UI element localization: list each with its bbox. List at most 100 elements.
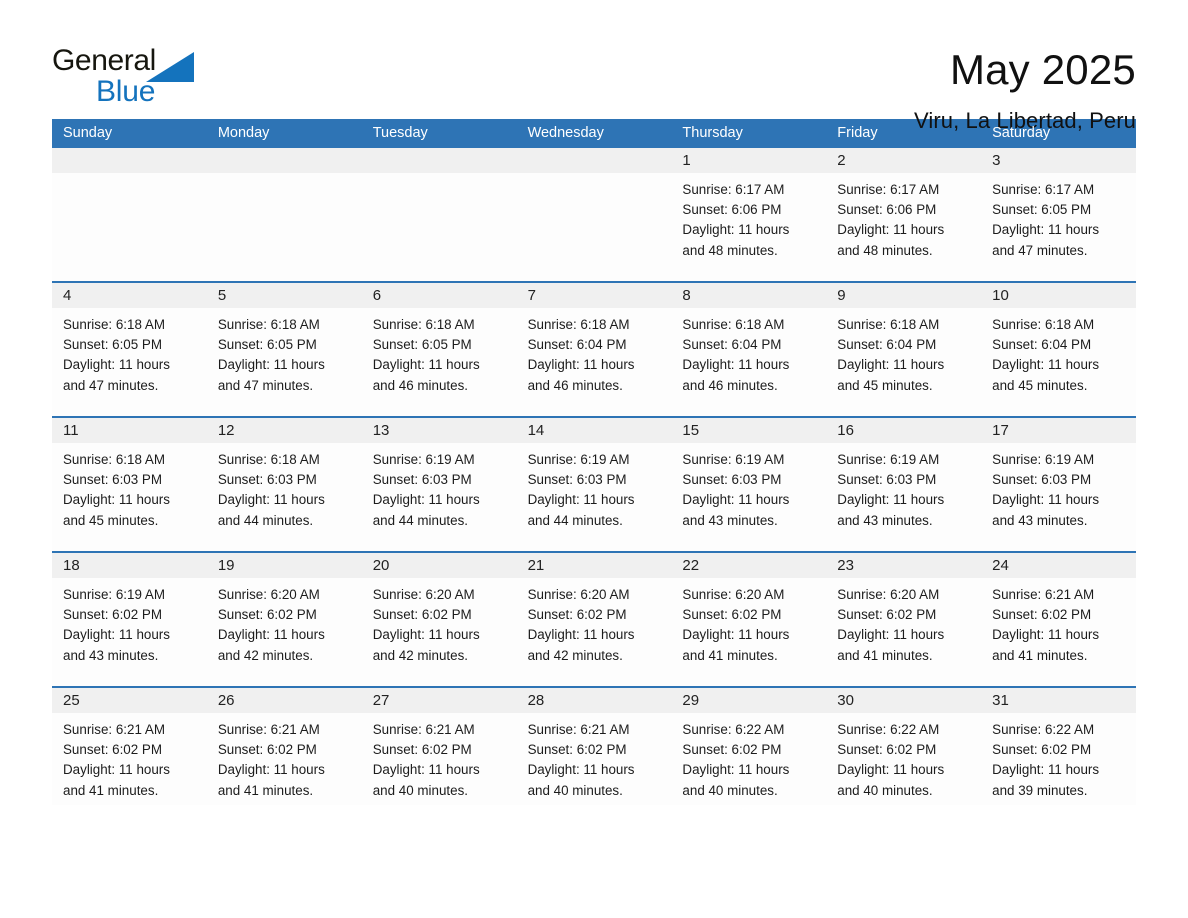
day-detail-line: Sunset: 6:03 PM [63, 472, 162, 488]
day-cell-1[interactable]: 1 Sunrise: 6:17 AM Sunset: 6:06 PM Daylight… [671, 148, 827, 281]
day-number-band: 5 [206, 283, 362, 308]
day-details: Sunrise: 6:21 AM Sunset: 6:02 PM Daylight:… [981, 578, 1136, 666]
page-title: May 2025 [949, 46, 1136, 93]
day-cell-15[interactable]: 15 Sunrise: 6:19 AM Sunset: 6:03 PM Dayligh… [671, 418, 827, 551]
day-cell-8[interactable]: 8 Sunrise: 6:18 AM Sunset: 6:04 PM Daylight… [671, 283, 827, 416]
day-detail-line: Daylight: 11 hours [837, 627, 945, 643]
day-number-band: 26 [206, 688, 362, 713]
day-detail-line: and 47 minutes. [992, 242, 1088, 258]
day-cell-30[interactable]: 30 Sunrise: 6:22 AM Sunset: 6:02 PM Dayligh… [826, 688, 982, 805]
day-detail-line: Daylight: 11 hours [217, 627, 325, 643]
day-detail-line: and 43 minutes. [837, 512, 933, 528]
day-detail-line: and 46 minutes. [372, 377, 468, 393]
day-cell-10[interactable]: 10 Sunrise: 6:18 AM Sunset: 6:04 PM Dayligh… [981, 283, 1136, 416]
day-details: Sunrise: 6:18 AM Sunset: 6:05 PM Daylight:… [207, 308, 362, 396]
day-details: Sunrise: 6:20 AM Sunset: 6:02 PM Daylight:… [826, 578, 981, 666]
day-cell-4[interactable]: 4 Sunrise: 6:18 AM Sunset: 6:05 PM Daylight… [52, 283, 207, 416]
day-cell-20[interactable]: 20 Sunrise: 6:20 AM Sunset: 6:02 PM Dayligh… [361, 553, 517, 686]
day-cell-3[interactable]: 3 Sunrise: 6:17 AM Sunset: 6:05 PM Daylight… [981, 148, 1136, 281]
day-number-band: 8 [671, 283, 827, 308]
day-cell-12[interactable]: 12 Sunrise: 6:18 AM Sunset: 6:03 PM Dayligh… [206, 418, 362, 551]
day-details: Sunrise: 6:21 AM Sunset: 6:02 PM Daylight:… [207, 713, 362, 801]
day-detail-line: Daylight: 11 hours [527, 357, 635, 373]
day-cell-21[interactable]: 21 Sunrise: 6:20 AM Sunset: 6:02 PM Dayligh… [516, 553, 672, 686]
weekday-header-tuesday: Tuesday [372, 125, 428, 141]
day-detail-line: Sunrise: 6:21 AM [527, 722, 630, 737]
weekday-header-monday: Monday [217, 125, 270, 141]
day-details: Sunrise: 6:18 AM Sunset: 6:04 PM Daylight:… [981, 308, 1136, 396]
day-cell-23[interactable]: 23 Sunrise: 6:20 AM Sunset: 6:02 PM Dayligh… [826, 553, 982, 686]
day-cell-26[interactable]: 26 Sunrise: 6:21 AM Sunset: 6:02 PM Dayligh… [206, 688, 362, 805]
day-cell-17[interactable]: 17 Sunrise: 6:19 AM Sunset: 6:03 PM Dayligh… [981, 418, 1136, 551]
day-number-band: 23 [826, 553, 982, 578]
day-details: Sunrise: 6:18 AM Sunset: 6:05 PM Daylight:… [52, 308, 207, 396]
day-cell-13[interactable]: 13 Sunrise: 6:19 AM Sunset: 6:03 PM Dayligh… [361, 418, 517, 551]
day-cell-7[interactable]: 7 Sunrise: 6:18 AM Sunset: 6:04 PM Daylight… [516, 283, 672, 416]
day-detail-line: Sunrise: 6:19 AM [372, 452, 475, 467]
day-detail-line: Daylight: 11 hours [992, 222, 1100, 238]
day-detail-line: Daylight: 11 hours [527, 762, 635, 778]
day-cell-5[interactable]: 5 Sunrise: 6:18 AM Sunset: 6:05 PM Daylight… [206, 283, 362, 416]
day-detail-line: Sunset: 6:02 PM [63, 607, 162, 623]
day-detail-line: Sunrise: 6:19 AM [837, 452, 940, 467]
day-detail-line: Sunrise: 6:18 AM [527, 317, 630, 332]
day-number: 25 [63, 692, 80, 709]
day-number-band: 30 [826, 688, 982, 713]
day-cell-6[interactable]: 6 Sunrise: 6:18 AM Sunset: 6:05 PM Daylight… [361, 283, 517, 416]
day-cell-11[interactable]: 11 Sunrise: 6:18 AM Sunset: 6:03 PM Dayligh… [52, 418, 207, 551]
day-cell-29[interactable]: 29 Sunrise: 6:22 AM Sunset: 6:02 PM Dayligh… [671, 688, 827, 805]
day-cell-24[interactable]: 24 Sunrise: 6:21 AM Sunset: 6:02 PM Dayligh… [981, 553, 1136, 686]
day-cell-9[interactable]: 9 Sunrise: 6:18 AM Sunset: 6:04 PM Daylight… [826, 283, 982, 416]
calendar-week-row: 1 Sunrise: 6:17 AM Sunset: 6:06 PM Daylight… [52, 148, 1136, 281]
day-detail-line: Sunset: 6:02 PM [682, 607, 782, 623]
day-number: 26 [217, 692, 235, 709]
day-cell-22[interactable]: 22 Sunrise: 6:20 AM Sunset: 6:02 PM Dayligh… [671, 553, 827, 686]
day-number: 3 [992, 152, 1001, 169]
day-cell-18[interactable]: 18 Sunrise: 6:19 AM Sunset: 6:02 PM Dayligh… [52, 553, 207, 686]
day-number: 16 [837, 422, 854, 439]
day-detail-line: Sunset: 6:02 PM [527, 742, 627, 758]
day-detail-line: and 43 minutes. [992, 512, 1088, 528]
day-detail-line: and 41 minutes. [217, 782, 314, 798]
day-cell-14[interactable]: 14 Sunrise: 6:19 AM Sunset: 6:03 PM Dayligh… [516, 418, 672, 551]
day-detail-line: and 45 minutes. [63, 512, 159, 528]
day-number-band: 11 [52, 418, 207, 443]
day-detail-line: and 47 minutes. [217, 377, 314, 393]
day-detail-line: Sunrise: 6:21 AM [217, 722, 320, 737]
day-detail-line: Sunset: 6:02 PM [217, 607, 317, 623]
day-number: 11 [63, 422, 79, 439]
day-number-band: 20 [361, 553, 517, 578]
day-cell-27[interactable]: 27 Sunrise: 6:21 AM Sunset: 6:02 PM Dayligh… [361, 688, 517, 805]
day-detail-line: Sunset: 6:02 PM [992, 607, 1092, 623]
day-detail-line: Daylight: 11 hours [682, 492, 790, 508]
day-cell-19[interactable]: 19 Sunrise: 6:20 AM Sunset: 6:02 PM Dayligh… [206, 553, 362, 686]
day-detail-line: Sunset: 6:05 PM [992, 202, 1092, 218]
day-detail-line: Sunrise: 6:18 AM [217, 317, 320, 332]
day-number: 6 [372, 287, 382, 304]
day-number-band: 17 [981, 418, 1136, 443]
day-cell-25[interactable]: 25 Sunrise: 6:21 AM Sunset: 6:02 PM Dayligh… [52, 688, 207, 805]
day-cell-28[interactable]: 28 Sunrise: 6:21 AM Sunset: 6:02 PM Dayligh… [516, 688, 672, 805]
day-detail-line: Sunset: 6:02 PM [63, 742, 162, 758]
day-details: Sunrise: 6:18 AM Sunset: 6:04 PM Daylight:… [671, 308, 826, 396]
day-detail-line: Sunset: 6:02 PM [372, 742, 472, 758]
day-details: Sunrise: 6:20 AM Sunset: 6:02 PM Daylight:… [207, 578, 362, 666]
general-blue-logo: General Blue [52, 46, 202, 108]
day-detail-line: Sunrise: 6:18 AM [63, 452, 165, 467]
day-number-band: 21 [516, 553, 672, 578]
day-detail-line: Sunrise: 6:19 AM [63, 587, 165, 602]
day-cell-2[interactable]: 2 Sunrise: 6:17 AM Sunset: 6:06 PM Daylight… [826, 148, 982, 281]
day-number-band: 15 [671, 418, 827, 443]
day-number: 29 [682, 692, 700, 709]
day-detail-line: and 39 minutes. [992, 782, 1088, 798]
day-detail-line: and 41 minutes. [682, 647, 778, 663]
day-cell-31[interactable]: 31 Sunrise: 6:22 AM Sunset: 6:02 PM Dayligh… [981, 688, 1136, 805]
day-cell-16[interactable]: 16 Sunrise: 6:19 AM Sunset: 6:03 PM Dayligh… [826, 418, 982, 551]
day-number-band: 10 [981, 283, 1136, 308]
day-detail-line: Daylight: 11 hours [63, 627, 170, 643]
day-detail-line: Daylight: 11 hours [837, 762, 945, 778]
day-detail-line: Daylight: 11 hours [63, 357, 170, 373]
day-number: 23 [837, 557, 854, 574]
day-detail-line: and 40 minutes. [527, 782, 623, 798]
day-detail-line: and 46 minutes. [527, 377, 623, 393]
